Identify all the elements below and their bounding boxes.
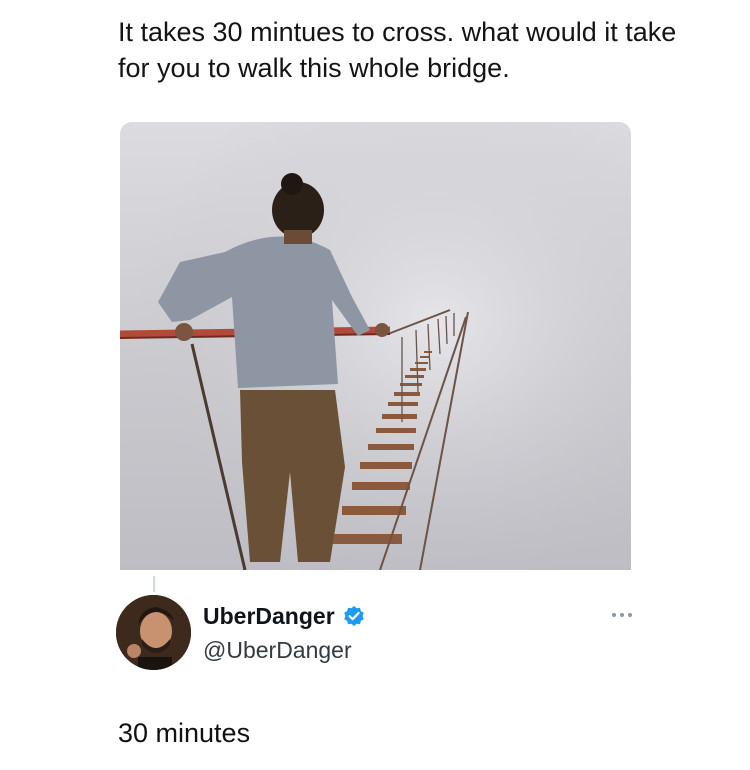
more-options-icon[interactable] [610,610,634,620]
avatar[interactable] [116,595,191,670]
post-caption: It takes 30 mintues to cross. what would… [118,17,677,83]
reply-author: UberDanger @UberDanger [203,601,365,665]
bridge-photo[interactable] [120,122,631,570]
bridge-illustration [120,122,631,570]
reply-text: 30 minutes [118,718,251,748]
verified-badge-icon [344,606,364,626]
avatar-image [116,595,191,670]
author-handle[interactable]: @UberDanger [203,635,365,665]
thread-connector-line [153,576,155,592]
author-name[interactable]: UberDanger [203,601,335,631]
